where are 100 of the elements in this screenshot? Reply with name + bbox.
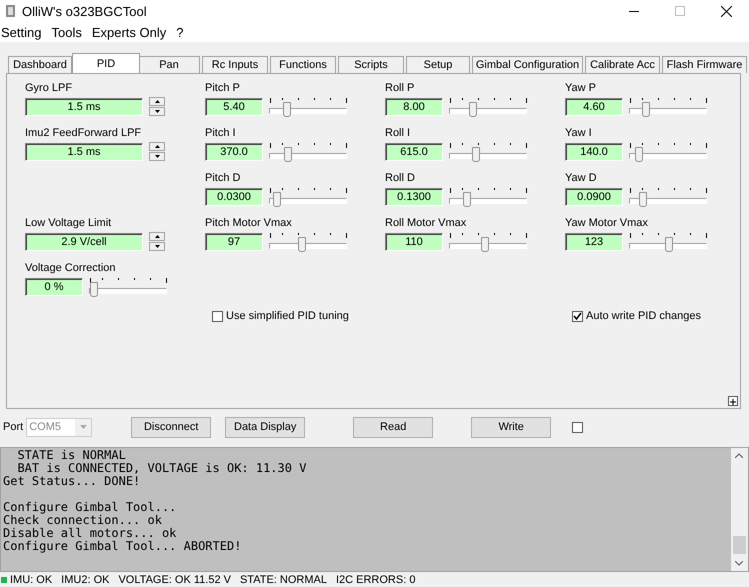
- value-field[interactable]: 97: [205, 233, 263, 251]
- field-label: Pitch P: [205, 82, 241, 96]
- spin-down-button[interactable]: [149, 242, 165, 251]
- value-field[interactable]: 0.0900: [565, 188, 623, 206]
- slider-thumb[interactable]: [90, 282, 98, 297]
- tab[interactable]: Pan: [138, 56, 200, 73]
- tab[interactable]: Setup: [406, 56, 470, 73]
- scroll-thumb[interactable]: [733, 536, 746, 554]
- slider[interactable]: [449, 97, 527, 117]
- minimize-icon[interactable]: [629, 10, 639, 12]
- tab[interactable]: Gimbal Configuration: [472, 56, 583, 73]
- field-label: Imu2 FeedForward LPF: [25, 127, 142, 141]
- close-icon[interactable]: [720, 6, 732, 16]
- value-field[interactable]: 2.9 V/cell: [25, 232, 143, 250]
- slider-thumb[interactable]: [273, 192, 282, 207]
- status-item: I2C ERRORS: 0: [336, 574, 416, 586]
- field-label: Pitch I: [205, 127, 237, 141]
- slider-thumb[interactable]: [284, 147, 292, 162]
- checkbox[interactable]: [572, 422, 584, 432]
- spin-up-button[interactable]: [149, 142, 165, 151]
- expand-icon[interactable]: [728, 396, 738, 406]
- value-field[interactable]: 4.60: [565, 98, 623, 116]
- action-button[interactable]: Data Display: [225, 416, 306, 438]
- menu-item[interactable]: ?: [175, 24, 192, 40]
- caret-up-icon: [154, 145, 160, 148]
- slider[interactable]: [89, 277, 167, 297]
- slider-thumb[interactable]: [642, 102, 650, 117]
- slider-thumb[interactable]: [481, 237, 490, 252]
- slider-thumb[interactable]: [634, 147, 643, 162]
- tab[interactable]: Functions: [270, 56, 336, 73]
- field-label: Yaw I: [565, 127, 593, 141]
- checkbox-label: Use simplified PID tuning: [226, 310, 349, 322]
- caret-down-icon: [80, 425, 87, 429]
- caret-down-icon: [154, 245, 160, 248]
- caret-up-icon: [154, 235, 160, 238]
- slider[interactable]: [629, 232, 707, 252]
- status-item: VOLTAGE: OK 11.52 V: [118, 574, 231, 586]
- menu-item[interactable]: Tools: [50, 24, 91, 40]
- tab[interactable]: Rc Inputs: [202, 56, 268, 73]
- slider-thumb[interactable]: [639, 192, 648, 207]
- slider[interactable]: [629, 97, 707, 117]
- tab[interactable]: Calibrate Acc: [585, 56, 660, 73]
- slider-thumb[interactable]: [665, 237, 673, 252]
- scrollbar[interactable]: [731, 448, 748, 571]
- value-field[interactable]: 8.00: [385, 98, 443, 116]
- slider[interactable]: [449, 142, 527, 162]
- app-icon: [4, 3, 18, 19]
- spin-down-button[interactable]: [149, 152, 165, 161]
- spin-up-button[interactable]: [149, 232, 165, 241]
- value-field[interactable]: 110: [385, 233, 443, 251]
- checkbox[interactable]: [212, 310, 223, 322]
- tab[interactable]: Dashboard: [8, 56, 72, 73]
- field-label: Roll D: [385, 172, 416, 186]
- slider[interactable]: [269, 142, 347, 162]
- slider-thumb[interactable]: [469, 102, 478, 117]
- slider-thumb[interactable]: [283, 102, 292, 117]
- scroll-down-icon[interactable]: [735, 561, 743, 566]
- value-field[interactable]: 1.5 ms: [25, 98, 143, 116]
- slider-thumb[interactable]: [298, 237, 306, 252]
- value-field[interactable]: 5.40: [205, 98, 263, 116]
- menu-item[interactable]: Experts Only: [90, 24, 176, 40]
- tab[interactable]: Scripts: [338, 56, 404, 73]
- slider[interactable]: [269, 187, 347, 207]
- slider[interactable]: [629, 142, 707, 162]
- value-field[interactable]: 0.1300: [385, 188, 443, 206]
- slider[interactable]: [269, 97, 347, 117]
- scroll-up-icon[interactable]: [735, 453, 743, 458]
- field-label: Roll Motor Vmax: [385, 217, 468, 231]
- value-field[interactable]: 1.5 ms: [25, 142, 143, 160]
- slider[interactable]: [449, 187, 527, 207]
- maximize-icon[interactable]: [675, 6, 685, 16]
- slider[interactable]: [629, 187, 707, 207]
- spin-up-button[interactable]: [149, 97, 165, 106]
- value-field[interactable]: 140.0: [565, 143, 623, 161]
- field-label: Yaw P: [565, 82, 597, 96]
- slider-thumb[interactable]: [463, 192, 472, 207]
- spin-down-button[interactable]: [149, 107, 165, 116]
- slider-thumb[interactable]: [472, 147, 480, 162]
- field-label: Pitch Motor Vmax: [205, 217, 293, 231]
- value-field[interactable]: 0.0300: [205, 188, 263, 206]
- field-label: Voltage Correction: [25, 262, 116, 276]
- field-label: Roll I: [385, 127, 412, 141]
- checkbox[interactable]: [572, 310, 583, 322]
- value-field[interactable]: 615.0: [385, 143, 443, 161]
- tab[interactable]: Flash Firmware: [662, 56, 747, 73]
- action-button[interactable]: Read: [353, 416, 434, 438]
- tab[interactable]: PID: [72, 53, 140, 73]
- value-field[interactable]: 370.0: [205, 143, 263, 161]
- action-button[interactable]: Write: [471, 416, 552, 438]
- log-output: STATE is NORMAL BAT is CONNECTED, VOLTAGE is OK: 11.30 V Get Status... DONE! Configure Gimbal Tool... Check connection... ok Disable all motors... ok Configure Gimbal Tool... ABORTED!: [2, 448, 308, 555]
- field-label: Pitch D: [205, 172, 242, 186]
- value-field[interactable]: 123: [565, 233, 623, 251]
- field-label: Gyro LPF: [25, 82, 74, 96]
- slider[interactable]: [449, 232, 527, 252]
- value-field[interactable]: 0 %: [25, 278, 83, 296]
- caret-down-icon: [154, 110, 160, 113]
- port-label: Port: [3, 421, 24, 433]
- menu-item[interactable]: Setting: [0, 24, 50, 40]
- action-button[interactable]: Disconnect: [131, 416, 212, 438]
- slider[interactable]: [269, 232, 347, 252]
